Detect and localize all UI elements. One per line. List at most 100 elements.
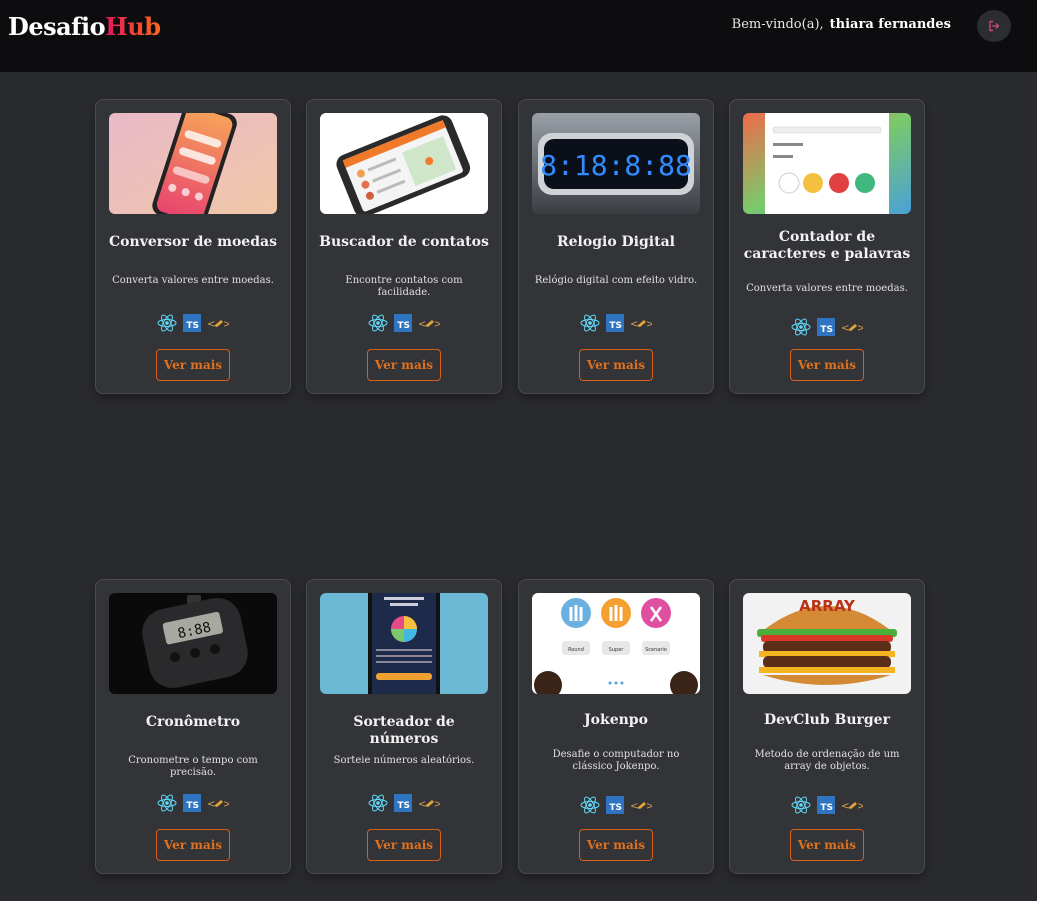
see-more-button[interactable]: Ver mais xyxy=(156,349,230,381)
typescript-icon: TS xyxy=(817,796,835,814)
card-title: Jokenpo xyxy=(584,712,648,728)
tech-stack: TS < > xyxy=(730,317,924,337)
svg-text:<: < xyxy=(207,319,215,330)
svg-text:>: > xyxy=(223,319,229,330)
project-thumbnail: Round Super Scenario xyxy=(532,593,700,694)
styled-components-icon: < > xyxy=(841,801,863,812)
project-thumbnail xyxy=(109,113,277,214)
svg-text:<: < xyxy=(630,801,638,812)
react-icon xyxy=(791,796,811,814)
svg-text:<: < xyxy=(418,319,426,330)
svg-text:>: > xyxy=(434,319,440,330)
see-more-button[interactable]: Ver mais xyxy=(156,829,230,861)
project-card-buscador: Buscador de contatos Encontre contatos c… xyxy=(306,99,502,394)
see-more-button[interactable]: Ver mais xyxy=(579,349,653,381)
project-thumbnail: 8:88 xyxy=(109,593,277,694)
svg-text:<: < xyxy=(841,323,849,334)
react-icon xyxy=(368,794,388,812)
card-title: Conversor de moedas xyxy=(109,234,277,250)
typescript-icon: TS xyxy=(394,314,412,332)
tech-stack: TS < > xyxy=(307,313,501,333)
card-title: Contador de caracteres e palavras xyxy=(743,229,911,262)
card-description: Encontre contatos com facilidade. xyxy=(345,275,463,298)
tech-stack: TS < > xyxy=(307,793,501,813)
welcome-label: Bem-vindo(a), xyxy=(731,17,824,32)
card-description: Relógio digital com efeito vidro. xyxy=(534,275,698,286)
tech-stack: TS < > xyxy=(519,313,713,333)
styled-components-icon: < > xyxy=(418,319,440,330)
project-thumbnail xyxy=(320,113,488,214)
card-title: Relogio Digital xyxy=(557,234,675,250)
card-title: Buscador de contatos xyxy=(319,234,489,250)
react-icon xyxy=(791,318,811,336)
clock-display: 8:18:8:88 xyxy=(540,149,692,182)
svg-text:<: < xyxy=(207,799,215,810)
card-title: Cronômetro xyxy=(145,714,241,730)
svg-text:>: > xyxy=(646,801,652,812)
card-description: Converta valores entre moedas. xyxy=(112,275,274,286)
typescript-icon: TS xyxy=(183,314,201,332)
see-more-button[interactable]: Ver mais xyxy=(790,829,864,861)
tech-stack: TS < > xyxy=(96,313,290,333)
tech-stack: TS < > xyxy=(96,793,290,813)
see-more-button[interactable]: Ver mais xyxy=(367,349,441,381)
see-more-button[interactable]: Ver mais xyxy=(579,829,653,861)
jokenpo-btn-1: Round xyxy=(568,647,584,653)
svg-text:<: < xyxy=(418,799,426,810)
react-icon xyxy=(157,314,177,332)
see-more-button[interactable]: Ver mais xyxy=(790,349,864,381)
logout-button[interactable] xyxy=(977,10,1011,42)
card-title: DevClub Burger xyxy=(764,712,890,728)
styled-components-icon: < > xyxy=(630,319,652,330)
burger-label: ARRAY xyxy=(799,597,856,615)
card-description: Desafie o computador no clássico Jokenpo… xyxy=(552,749,680,772)
typescript-icon: TS xyxy=(817,318,835,336)
styled-components-icon: < > xyxy=(841,323,863,334)
svg-text:>: > xyxy=(223,799,229,810)
svg-text:<: < xyxy=(841,801,849,812)
project-thumbnail: 8:18:8:88 xyxy=(532,113,700,214)
styled-components-icon: < > xyxy=(418,799,440,810)
project-thumbnail xyxy=(743,113,911,214)
card-title: Sorteador de números xyxy=(353,714,455,747)
svg-text:>: > xyxy=(646,319,652,330)
svg-text:<: < xyxy=(630,319,638,330)
project-card-jokenpo: Round Super Scenario Jokenpo Desafie o c… xyxy=(518,579,714,874)
tech-stack: TS < > xyxy=(519,795,713,815)
project-thumbnail: ARRAY xyxy=(743,593,911,694)
project-card-cronometro: 8:88 Cronômetro Cronometre o tempo com p… xyxy=(95,579,291,874)
card-description: Metodo de ordenação de um array de objet… xyxy=(754,749,900,772)
styled-components-icon: < > xyxy=(207,319,229,330)
typescript-icon: TS xyxy=(394,794,412,812)
typescript-icon: TS xyxy=(606,796,624,814)
typescript-icon: TS xyxy=(183,794,201,812)
styled-components-icon: < > xyxy=(630,801,652,812)
project-card-burger: ARRAY DevClub Burger Metodo de ordenação… xyxy=(729,579,925,874)
react-icon xyxy=(580,796,600,814)
see-more-button[interactable]: Ver mais xyxy=(367,829,441,861)
logo-part-1: Desafio xyxy=(8,12,106,41)
user-name: thiara fernandes xyxy=(829,17,951,32)
svg-text:>: > xyxy=(857,801,863,812)
react-icon xyxy=(580,314,600,332)
welcome-message: Bem-vindo(a), thiara fernandes xyxy=(732,17,951,32)
styled-components-icon: < > xyxy=(207,799,229,810)
logo-part-2: Hub xyxy=(105,12,161,41)
card-description: Cronometre o tempo com precisão. xyxy=(128,755,258,778)
card-description: Sorteie números aleatórios. xyxy=(333,755,475,766)
tech-stack: TS < > xyxy=(730,795,924,815)
project-card-sorteador: Sorteador de números Sorteie números ale… xyxy=(306,579,502,874)
react-icon xyxy=(368,314,388,332)
card-description: Converta valores entre moedas. xyxy=(746,283,908,294)
svg-text:>: > xyxy=(857,323,863,334)
jokenpo-btn-2: Super xyxy=(609,647,625,653)
react-icon xyxy=(157,794,177,812)
jokenpo-btn-3: Scenario xyxy=(645,647,667,653)
svg-text:>: > xyxy=(434,799,440,810)
project-thumbnail xyxy=(320,593,488,694)
app-logo[interactable]: DesafioHub xyxy=(8,12,161,41)
logout-icon xyxy=(989,20,1000,32)
project-card-conversor: Conversor de moedas Converta valores ent… xyxy=(95,99,291,394)
project-card-relogio: 8:18:8:88 Relogio Digital Relógio digita… xyxy=(518,99,714,394)
project-card-contador: Contador de caracteres e palavras Conver… xyxy=(729,99,925,394)
